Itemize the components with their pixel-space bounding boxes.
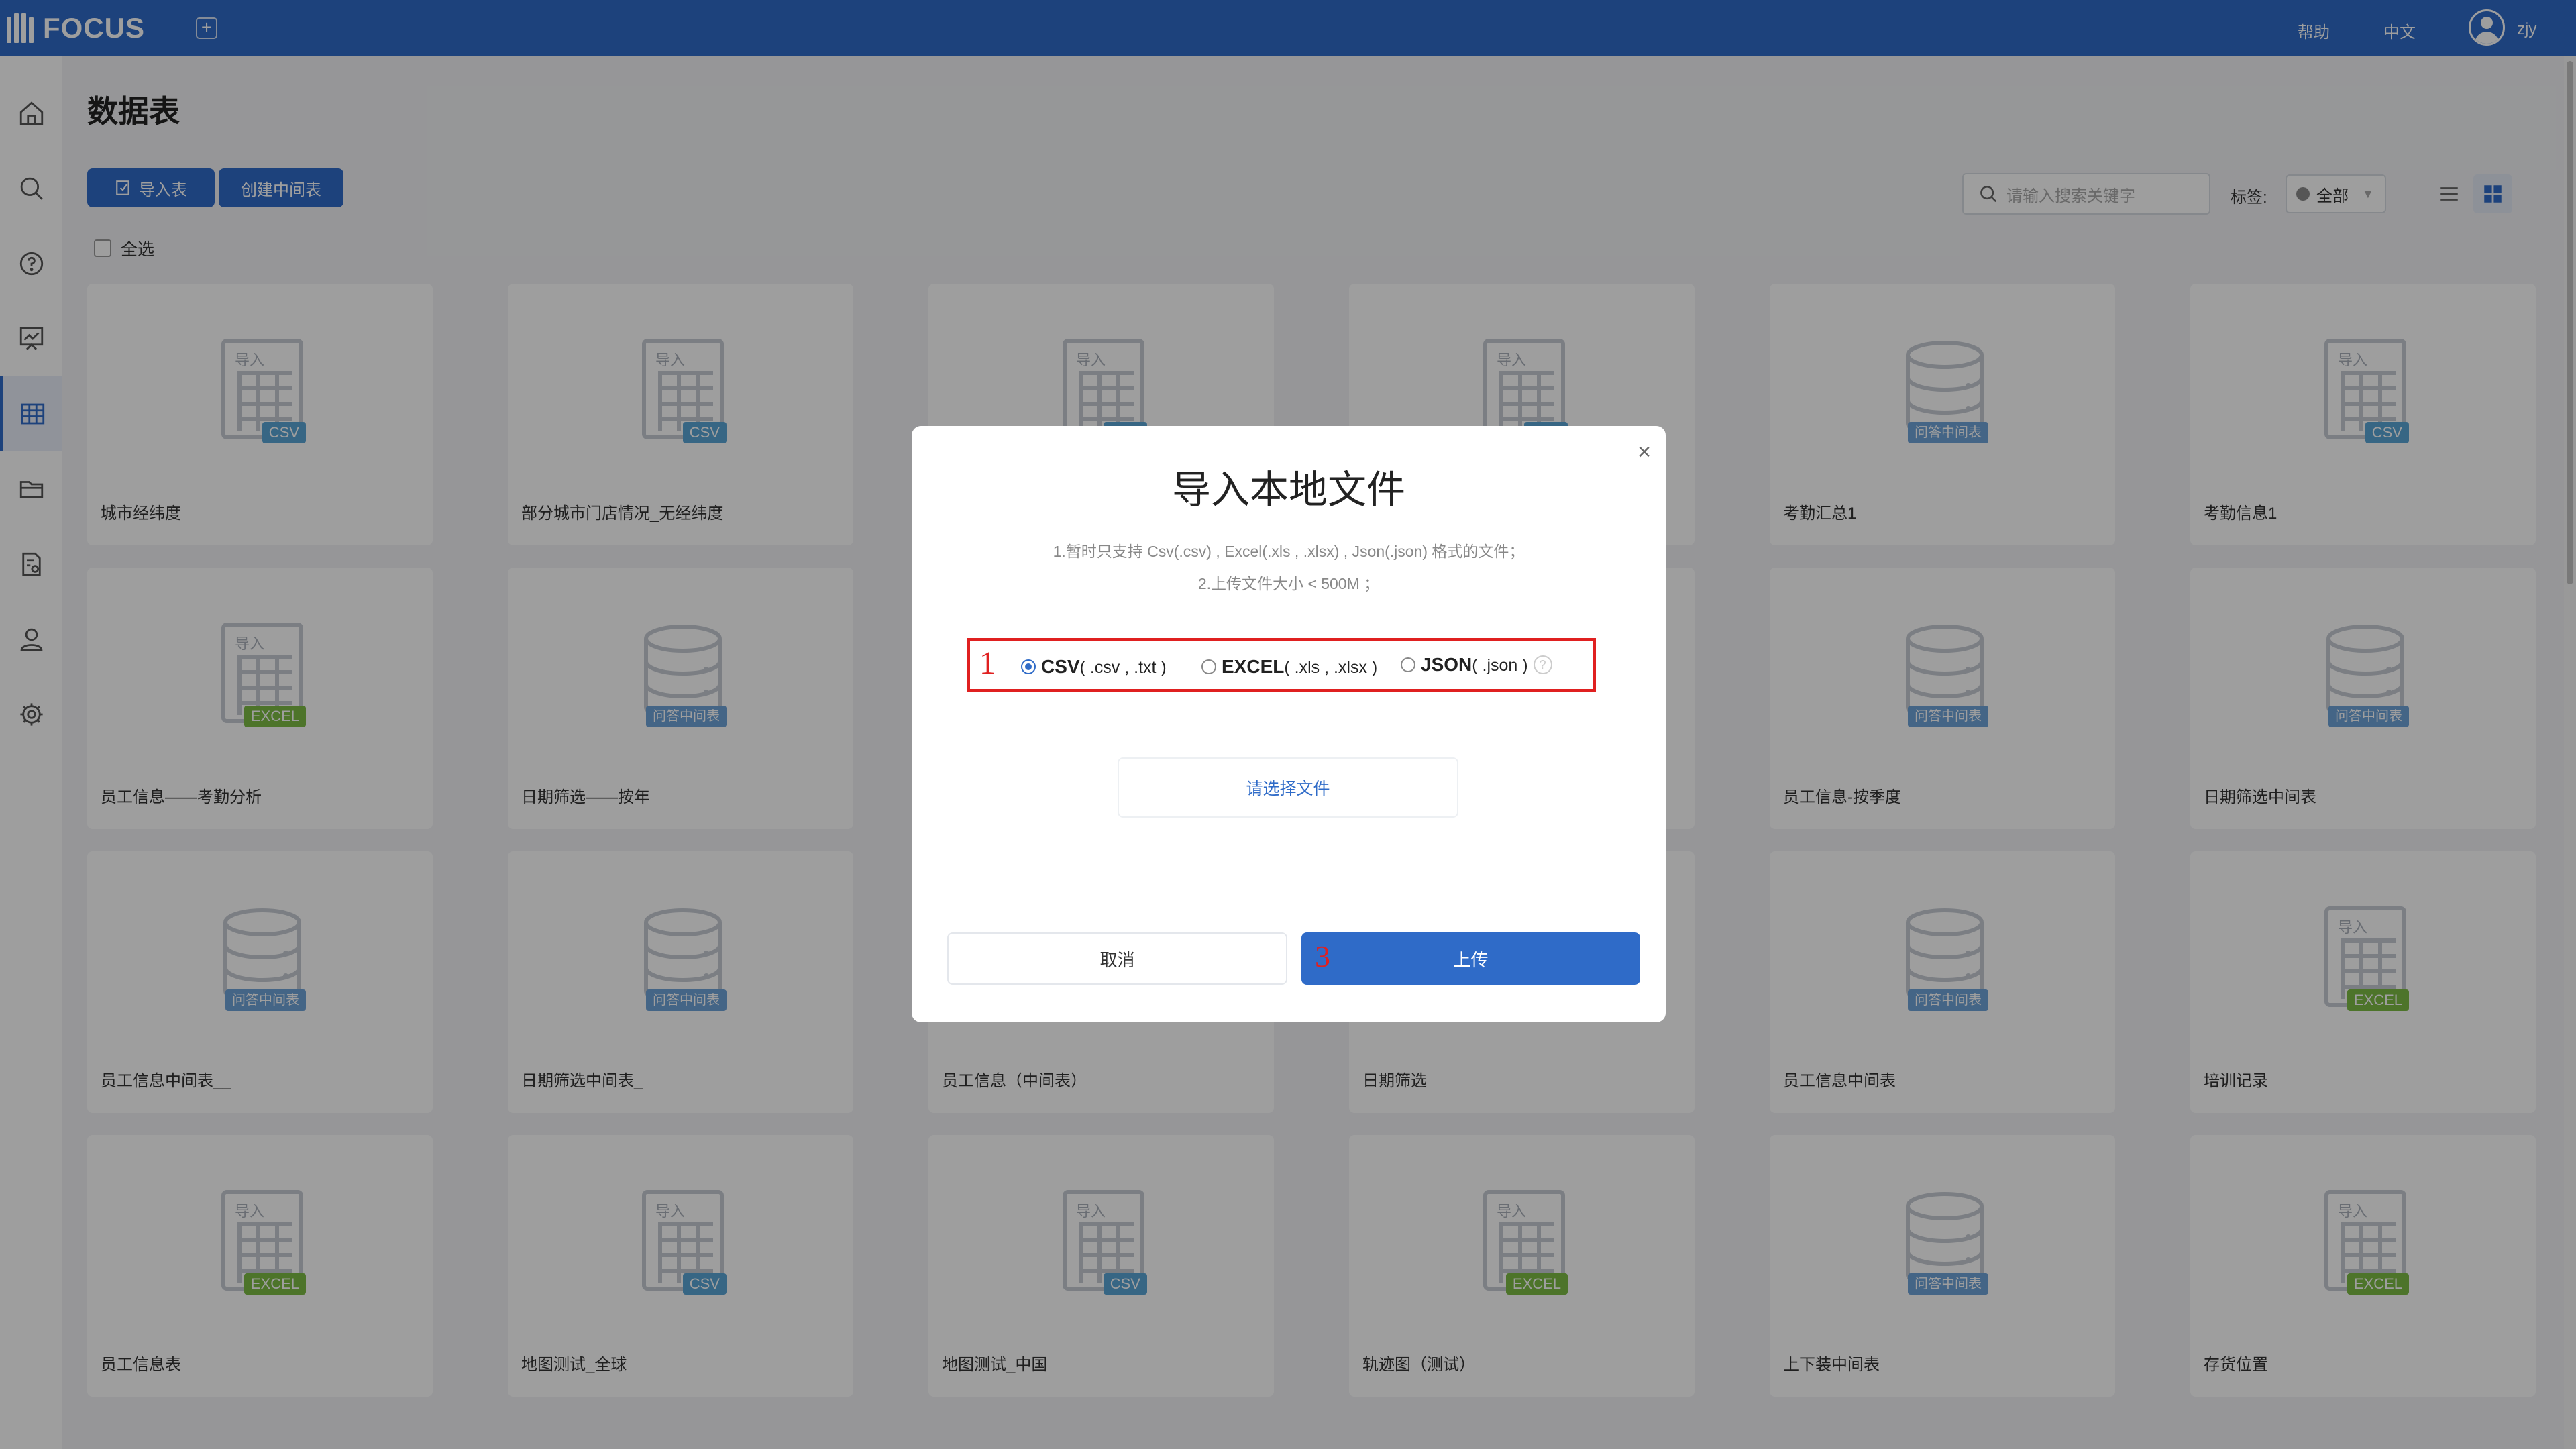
- cancel-label: 取消: [1099, 949, 1135, 970]
- format-excel-name: EXCEL: [1222, 656, 1285, 677]
- dialog-title: 导入本地文件: [1171, 468, 1405, 512]
- format-tip: 1.暂时只支持 Csv(.csv) , Excel(.xls , .xlsx) …: [1053, 543, 1525, 560]
- cancel-button[interactable]: 取消: [947, 932, 1287, 985]
- size-tip: 2.上传文件大小 < 500M ；: [1197, 575, 1380, 592]
- radio-icon: [1201, 659, 1216, 674]
- annotation-marker-3: 3: [1315, 939, 1330, 973]
- upload-label: 上传: [1453, 949, 1489, 970]
- choose-file-label: 请选择文件: [1246, 780, 1330, 798]
- format-excel-ext: ( .xls , .xlsx ): [1284, 658, 1378, 677]
- format-option-csv[interactable]: CSV( .csv , .txt ): [1021, 656, 1167, 678]
- format-csv-name: CSV: [1041, 656, 1080, 677]
- annotation-marker-1: 1: [979, 645, 996, 681]
- radio-selected-icon: [1021, 659, 1036, 674]
- format-selection-box: 1 CSV( .csv , .txt ) EXCEL( .xls , .xlsx…: [967, 638, 1596, 692]
- radio-icon: [1401, 657, 1415, 672]
- upload-button[interactable]: 3 上传: [1301, 932, 1640, 985]
- question-icon[interactable]: ?: [1533, 655, 1552, 674]
- format-json-ext: ( .json ): [1472, 656, 1528, 675]
- format-option-json[interactable]: JSON( .json ) ?: [1401, 654, 1552, 676]
- format-json-name: JSON: [1421, 654, 1472, 675]
- format-option-excel[interactable]: EXCEL( .xls , .xlsx ): [1201, 656, 1377, 678]
- choose-file-button[interactable]: 请选择文件: [1118, 757, 1458, 818]
- format-csv-ext: ( .csv , .txt ): [1079, 658, 1167, 677]
- import-local-file-dialog: × 导入本地文件 1.暂时只支持 Csv(.csv) , Excel(.xls …: [912, 426, 1666, 1022]
